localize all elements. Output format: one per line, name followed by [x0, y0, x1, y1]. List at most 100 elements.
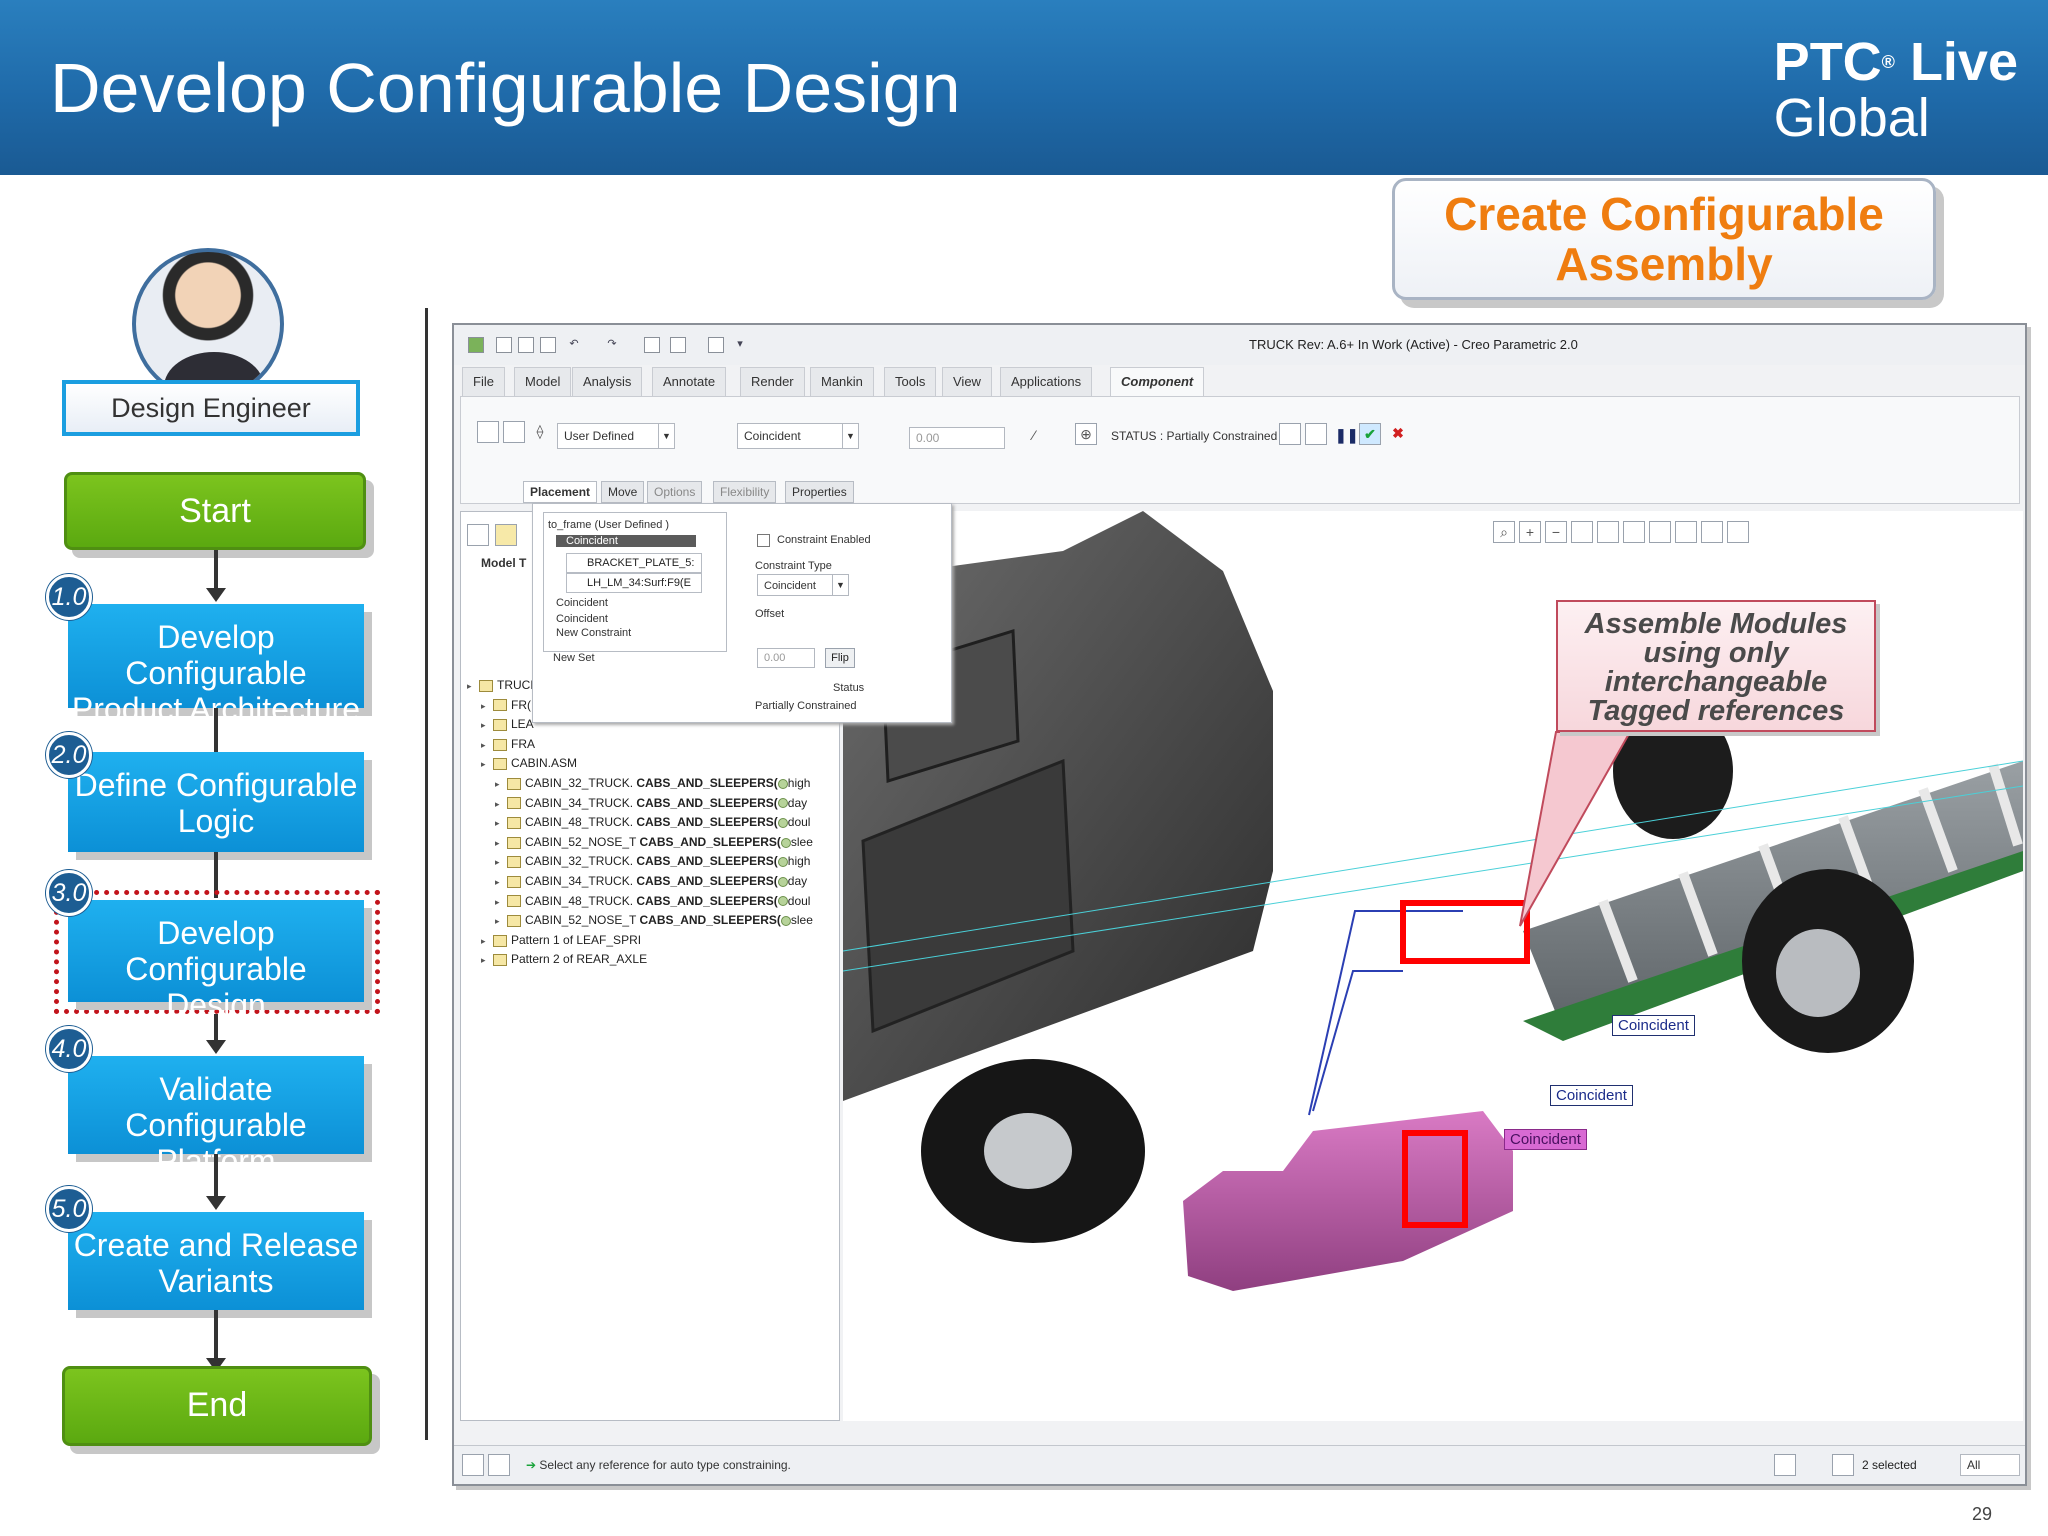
subtab-options[interactable]: Options [647, 481, 703, 503]
constraint-type-select[interactable]: Coincident ▼ [737, 423, 859, 449]
expand-arrow-icon[interactable]: ▸ [495, 873, 507, 891]
ok-check-icon[interactable]: ✔ [1359, 423, 1381, 445]
model-tree-row[interactable]: ▸ Pattern 1 of LEAF_SPRI [481, 931, 641, 949]
step-3-box[interactable]: Develop Configurable Design [68, 900, 364, 1023]
expand-arrow-icon[interactable]: ▸ [495, 853, 507, 871]
separate-window-icon[interactable] [1279, 423, 1301, 445]
constraint-item[interactable]: Coincident [556, 613, 608, 625]
tab-mankin[interactable]: Mankin [810, 367, 874, 397]
tree-settings-icon[interactable] [467, 524, 489, 546]
app-icon[interactable] [468, 337, 484, 353]
model-tree-row[interactable]: ▸ CABIN_32_TRUCK. CABS_AND_SLEEPERS(high [495, 774, 810, 792]
tab-analysis[interactable]: Analysis [572, 367, 643, 397]
connection-icon[interactable]: ⟠ [529, 421, 551, 443]
model-tree-row[interactable]: ▸ CABIN_52_NOSE_T CABS_AND_SLEEPERS(slee [495, 911, 813, 929]
model-tree-row[interactable]: ▸ LEA [481, 715, 534, 733]
expand-arrow-icon[interactable]: ▸ [467, 677, 479, 695]
new-file-icon[interactable] [496, 337, 512, 353]
selection-filter[interactable]: All [1960, 1454, 2020, 1476]
tab-annotate[interactable]: Annotate [652, 367, 727, 397]
display-style-icon[interactable] [1597, 521, 1619, 543]
start-node[interactable]: Start [64, 472, 366, 550]
move-icon[interactable] [503, 421, 525, 443]
coincident-label-1[interactable]: Coincident [1612, 1015, 1695, 1036]
expand-arrow-icon[interactable]: ▸ [481, 736, 493, 754]
customize-dropdown-icon[interactable]: ▾ [732, 337, 748, 353]
step-5-box[interactable]: Create and Release Variants [68, 1212, 364, 1310]
view-manager-icon[interactable] [1649, 521, 1671, 543]
tab-applications[interactable]: Applications [1000, 367, 1093, 397]
datum-display-icon[interactable] [1675, 521, 1697, 543]
model-tree-row[interactable]: ▸ CABIN.ASM [481, 754, 577, 772]
subtab-move[interactable]: Move [601, 481, 645, 503]
refit-icon[interactable]: ⌕ [1493, 521, 1515, 543]
expand-arrow-icon[interactable]: ▸ [481, 932, 493, 950]
model-tree-row[interactable]: ▸ FR( [481, 696, 531, 714]
model-tree-row[interactable]: ▸ CABIN_48_TRUCK. CABS_AND_SLEEPERS(doul [495, 813, 810, 831]
expand-arrow-icon[interactable]: ▸ [495, 834, 507, 852]
cancel-x-icon[interactable]: ✖ [1387, 423, 1409, 445]
expand-arrow-icon[interactable]: ▸ [495, 795, 507, 813]
new-set-item[interactable]: New Set [553, 652, 595, 664]
expand-arrow-icon[interactable]: ▸ [481, 697, 493, 715]
step-2-box[interactable]: Define Configurable Logic [68, 752, 364, 852]
panel-constraint-type-select[interactable]: Coincident ▼ [757, 574, 849, 596]
subtab-properties[interactable]: Properties [785, 481, 854, 503]
tab-tools[interactable]: Tools [884, 367, 937, 397]
expand-arrow-icon[interactable]: ▸ [481, 755, 493, 773]
end-node[interactable]: End [62, 1366, 372, 1446]
expand-arrow-icon[interactable]: ▸ [495, 893, 507, 911]
tab-component-placement[interactable]: Component Placement [1110, 367, 1205, 417]
assembly-window-icon[interactable] [1305, 423, 1327, 445]
step-4-box[interactable]: Validate Configurable Platform [68, 1056, 364, 1179]
model-tree-row[interactable]: ▸ CABIN_48_TRUCK. CABS_AND_SLEEPERS(doul [495, 892, 810, 910]
tab-render[interactable]: Render [740, 367, 805, 397]
model-tree-row[interactable]: ▸ Pattern 2 of REAR_AXLE [481, 950, 647, 968]
subtab-flexibility[interactable]: Flexibility [713, 481, 777, 503]
windows-icon[interactable] [670, 337, 686, 353]
expand-arrow-icon[interactable]: ▸ [495, 775, 507, 793]
constraint-set-select[interactable]: User Defined ▼ [557, 423, 675, 449]
model-tree-row[interactable]: ▸ CABIN_34_TRUCK. CABS_AND_SLEEPERS(day [495, 794, 807, 812]
tree-toggle-icon[interactable] [462, 1454, 484, 1476]
new-constraint-item[interactable]: New Constraint [556, 627, 631, 639]
tree-filter-icon[interactable] [495, 524, 517, 546]
flip-button[interactable]: Flip [825, 648, 855, 668]
spin-center-icon[interactable] [1727, 521, 1749, 543]
step-1-box[interactable]: Develop Configurable Product Architectur… [68, 604, 364, 727]
reference-1[interactable]: BRACKET_PLATE_5: [566, 553, 702, 573]
offset-input[interactable]: 0.00 [909, 427, 1005, 449]
selection-buffer-icon[interactable] [1832, 1454, 1854, 1476]
reference-2[interactable]: LH_LM_34:Surf:F9(E [566, 573, 702, 593]
navigator-icon[interactable] [488, 1454, 510, 1476]
tab-file[interactable]: File ▾ [462, 367, 505, 417]
constraint-set-name[interactable]: to_frame (User Defined ) [548, 519, 669, 531]
model-tree-row[interactable]: ▸ CABIN_34_TRUCK. CABS_AND_SLEEPERS(day [495, 872, 807, 890]
constraint-enabled-checkbox[interactable] [757, 534, 770, 547]
tab-model[interactable]: Model [514, 367, 572, 397]
close-window-icon[interactable] [708, 337, 724, 353]
expand-arrow-icon[interactable]: ▸ [495, 912, 507, 930]
expand-arrow-icon[interactable]: ▸ [481, 951, 493, 969]
flip-constraint-icon[interactable]: ⁄ [1023, 425, 1045, 447]
saved-views-icon[interactable] [1623, 521, 1645, 543]
model-tree-row[interactable]: ▸ FRA [481, 735, 535, 753]
annotation-display-icon[interactable] [1701, 521, 1723, 543]
expand-arrow-icon[interactable]: ▸ [495, 814, 507, 832]
model-tree-row[interactable]: ▸ CABIN_32_TRUCK. CABS_AND_SLEEPERS(high [495, 852, 810, 870]
pause-icon[interactable]: ❚❚ [1335, 425, 1358, 447]
model-tree-row[interactable]: ▸ TRUCK [467, 676, 538, 694]
coincident-label-2[interactable]: Coincident [1550, 1085, 1633, 1106]
tab-view[interactable]: View [942, 367, 992, 397]
save-icon[interactable] [540, 337, 556, 353]
expand-arrow-icon[interactable]: ▸ [481, 716, 493, 734]
model-tree-row[interactable]: ▸ CABIN_52_NOSE_T CABS_AND_SLEEPERS(slee [495, 833, 813, 851]
coincident-label-3[interactable]: Coincident [1504, 1129, 1587, 1150]
panel-offset-input[interactable]: 0.00 [757, 648, 815, 668]
place-icon[interactable] [477, 421, 499, 443]
redo-icon[interactable]: ↷ [604, 337, 620, 353]
find-icon[interactable] [1774, 1454, 1796, 1476]
open-file-icon[interactable] [518, 337, 534, 353]
subtab-placement[interactable]: Placement [523, 481, 598, 503]
regenerate-icon[interactable] [644, 337, 660, 353]
